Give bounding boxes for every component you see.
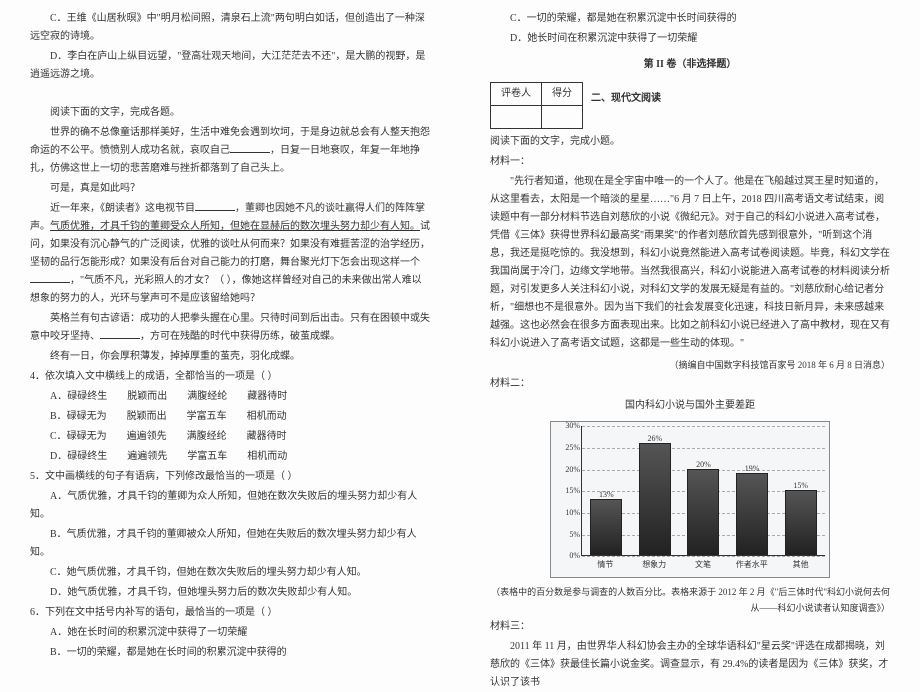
x-tick-label: 其他 [781,558,821,572]
material-1-label: 材料一： [490,153,890,171]
x-tick-label: 文笔 [683,558,723,572]
q6-option-a: A．她在长时间的积累沉淀中获得了一切荣耀 [30,624,430,642]
chart-area: 0%5%10%15%20%25%30%13%26%20%19%15% [581,426,825,556]
bars: 13% 26% 20% 19% 15% [582,426,825,555]
bar-chart: 0% 5% 10% 15% 20% 25% 30% 13% 26% 20% 19% 15% 情节想象力… [550,421,830,577]
blank-2 [195,210,235,211]
section-2-title: 第 II 卷（非选择题） [490,56,890,74]
p3c-underlined: 气质优雅，才具千钧的董卿受众人所知，但她在显赫后的数次埋头努力却少有人知。 [50,221,420,232]
bar: 19% [736,473,768,555]
q6-option-d: D．她长时间在积累沉淀中获得了一切荣耀 [490,30,890,48]
material-1-source: （摘编自中国数字科技馆百家号 2018 年 6 月 8 日消息） [490,357,890,373]
y-tick-label: 30% [556,419,580,433]
reading-intro: 阅读下面的文字，完成各题。 [30,104,430,122]
p3a: 近一年来，《朗读者》这电视节目 [50,203,195,214]
score-cell-score [542,106,583,129]
q4-option-c: C．碌碌无为 遍遍领先 满腹经纶 藏器待时 [30,428,430,446]
right-page: C．一切的荣耀，都是她在积累沉淀中长时间获得的 D．她长时间在积累沉淀中获得了一… [460,0,920,651]
score-head-grader: 评卷人 [491,83,542,106]
y-tick-label: 15% [556,484,580,498]
y-tick-label: 0% [556,549,580,563]
passage-p3: 近一年来，《朗读者》这电视节目，董卿也因她不凡的谈吐赢得人们的阵阵掌声。气质优雅… [30,200,430,308]
chart-note: （表格中的百分数是参与调查的人数百分比。表格来源于 2012 年 2 月《"后三… [490,584,890,616]
blank-4 [100,338,140,339]
passage-p4: 英格兰有句古谚语：成功的人把拳头握在心里。只待时间到后出击。只有在困顿中或失意中… [30,310,430,346]
x-tick-label: 作者水平 [732,558,772,572]
y-tick-label: 20% [556,462,580,476]
y-tick-label: 10% [556,506,580,520]
p4b: ，方可在残酷的时代中获得历练，破茧成蝶。 [140,331,340,342]
y-tick-label: 25% [556,441,580,455]
x-tick-label: 情节 [585,558,625,572]
q6-option-b: B．一切的荣耀，都是她在长时间的积累沉淀中获得的 [30,644,430,662]
score-cell-grader [491,106,542,129]
grid-line [582,556,825,557]
bar-value-label: 13% [599,488,614,502]
x-tick-label: 想象力 [634,558,674,572]
bar-value-label: 20% [696,458,711,472]
x-axis: 情节想象力文笔作者水平其他 [581,558,825,572]
bar-group: 15% [781,490,821,555]
q5-option-b: B．气质优雅，才具千钧的董卿被众人所知，但她在失败后的数次埋头努力却少有人知。 [30,526,430,562]
bar: 26% [639,443,671,556]
q6-option-c: C．一切的荣耀，都是她在积累沉淀中长时间获得的 [490,10,890,28]
material-3-label: 材料三： [490,618,890,636]
bar-group: 19% [732,473,772,555]
bar-value-label: 15% [793,479,808,493]
bar: 15% [785,490,817,555]
q4-option-a: A．碌碌终生 脱颖而出 满腹经纶 藏器待时 [30,388,430,406]
q4-option-d: D．碌碌终生 遍遍领先 学富五车 相机而动 [30,448,430,466]
blank-1 [230,152,270,153]
left-page: C．王维《山居秋暝》中"明月松间照，清泉石上流"两句明白如话，但创造出了一种深远… [0,0,460,651]
read-intro-2: 阅读下面的文字，完成小题。 [490,133,890,151]
passage-p5: 终有一日，你会厚积薄发，掉掉厚重的茧壳，羽化成蝶。 [30,348,430,366]
passage-p1: 世界的确不总像童话那样美好，生活中难免会遇到坎坷，于是身边就总会有人整天抱怨命运… [30,124,430,178]
bar: 13% [590,499,622,555]
score-table: 评卷人 得分 [490,82,583,129]
bar: 20% [687,469,719,556]
chart-title: 国内科幻小说与国外主要差距 [490,397,890,415]
q5-option-c: C．她气质优雅，才具千钧，但她在数次失败后的埋头努力却少有人知。 [30,564,430,582]
p3e: ，"气质不凡，光彩照人的才女？（ ），像她这样曾经对自己的未来做出常人难以想象的… [30,275,422,304]
material-2-label: 材料二： [490,375,890,393]
question-6: 6．下列在文中括号内补写的语句，最恰当的一项是（ ） [30,604,430,622]
q4-option-b: B．碌碌无为 脱颖而出 学富五车 相机而动 [30,408,430,426]
material-1-text: "先行者知道，他现在是全宇宙中唯一的一个人了。他是在飞船越过冥王星时知道的，从这… [490,173,890,353]
bar-value-label: 26% [648,432,663,446]
blank-3 [30,282,70,283]
q3-option-d: D．李白在庐山上纵目远望，"登高壮观天地间，大江茫茫去不还"，是大鹏的视野，是逍… [30,48,430,84]
bar-group: 13% [586,499,626,555]
bar-group: 26% [635,443,675,556]
material-3-text: 2011 年 11 月，由世界华人科幻协会主办的全球华语科幻"星云奖"评选在成都… [490,638,890,692]
question-4: 4．依次填入文中横线上的成语，全都恰当的一项是（ ） [30,368,430,386]
q3-option-c: C．王维《山居秋暝》中"明月松间照，清泉石上流"两句明白如话，但创造出了一种深远… [30,10,430,46]
score-head-score: 得分 [542,83,583,106]
bar-group: 20% [683,469,723,556]
q5-option-a: A．气质优雅，才具千钧的董卿为众人所知，但她在数次失败后的埋头努力却少有人知。 [30,488,430,524]
bar-value-label: 19% [745,462,760,476]
y-tick-label: 5% [556,527,580,541]
q5-option-d: D．她气质优雅，才具千钧，但她埋头努力后的数次失败却少有人知。 [30,584,430,602]
passage-p2: 可是，真是如此吗？ [30,180,430,198]
question-5: 5．文中画横线的句子有语病，下列修改最恰当的一项是（ ） [30,468,430,486]
